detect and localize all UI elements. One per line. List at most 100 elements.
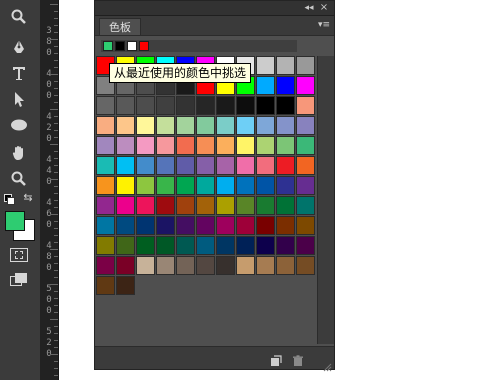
color-swatch[interactable] (156, 236, 175, 255)
color-swatch[interactable] (276, 216, 295, 235)
foreground-color-swatch[interactable] (5, 211, 25, 231)
recent-color-swatch[interactable] (115, 41, 125, 51)
color-swatch[interactable] (116, 236, 135, 255)
color-swatch[interactable] (276, 56, 295, 75)
color-swatch[interactable] (256, 96, 275, 115)
recent-color-swatch[interactable] (127, 41, 137, 51)
color-swatch[interactable] (276, 196, 295, 215)
color-swatch[interactable] (256, 176, 275, 195)
ellipse-tool-icon[interactable] (8, 114, 30, 136)
color-swatch[interactable] (256, 256, 275, 275)
color-swatch[interactable] (196, 236, 215, 255)
color-swatch[interactable] (196, 96, 215, 115)
color-swatch[interactable] (176, 156, 195, 175)
color-swatch[interactable] (296, 96, 315, 115)
color-swatch[interactable] (216, 96, 235, 115)
color-swatch[interactable] (196, 196, 215, 215)
color-swatch[interactable] (276, 156, 295, 175)
color-swatch[interactable] (96, 96, 115, 115)
zoom-tool-icon[interactable] (8, 6, 30, 28)
color-swatch[interactable] (176, 116, 195, 135)
color-swatch[interactable] (156, 136, 175, 155)
color-swatch[interactable] (256, 236, 275, 255)
color-swatch[interactable] (196, 256, 215, 275)
color-swatch[interactable] (136, 256, 155, 275)
color-swatch[interactable] (256, 56, 275, 75)
color-swatch[interactable] (296, 156, 315, 175)
color-swatch[interactable] (256, 136, 275, 155)
default-colors-icon[interactable] (4, 194, 15, 205)
color-swatch[interactable] (156, 196, 175, 215)
color-swatch[interactable] (96, 136, 115, 155)
color-swatch[interactable] (296, 196, 315, 215)
color-swatch[interactable] (216, 216, 235, 235)
color-swatch[interactable] (116, 216, 135, 235)
color-swatch[interactable] (236, 156, 255, 175)
color-swatch[interactable] (96, 216, 115, 235)
color-swatch[interactable] (216, 196, 235, 215)
color-swatch[interactable] (236, 216, 255, 235)
color-swatch[interactable] (156, 216, 175, 235)
color-swatch[interactable] (196, 176, 215, 195)
color-swatch[interactable] (136, 176, 155, 195)
color-swatch[interactable] (156, 176, 175, 195)
color-swatch[interactable] (116, 276, 135, 295)
screen-mode-icon[interactable] (10, 273, 28, 287)
color-swatch[interactable] (96, 156, 115, 175)
color-swatch[interactable] (256, 216, 275, 235)
trash-icon[interactable] (292, 352, 304, 366)
color-swatch[interactable] (96, 176, 115, 195)
color-swatch[interactable] (276, 176, 295, 195)
color-swatch[interactable] (96, 236, 115, 255)
color-swatch[interactable] (96, 196, 115, 215)
tab-swatches[interactable]: 色板 (99, 18, 141, 35)
color-swatch[interactable] (136, 216, 155, 235)
color-swatch[interactable] (116, 156, 135, 175)
color-swatch[interactable] (176, 176, 195, 195)
color-swatch[interactable] (136, 236, 155, 255)
color-swatch[interactable] (96, 256, 115, 275)
color-swatch[interactable] (296, 76, 315, 95)
collapse-panel-button[interactable]: ◂◂ (302, 2, 316, 14)
hand-tool-icon[interactable] (8, 142, 30, 164)
color-swatch[interactable] (96, 116, 115, 135)
color-swatch[interactable] (136, 116, 155, 135)
color-swatch[interactable] (196, 136, 215, 155)
color-swatch[interactable] (116, 256, 135, 275)
color-swatch[interactable] (276, 116, 295, 135)
color-swatch[interactable] (216, 236, 235, 255)
color-swatch[interactable] (176, 236, 195, 255)
new-swatch-icon[interactable] (270, 352, 282, 366)
color-swatch[interactable] (156, 256, 175, 275)
color-swatch[interactable] (136, 136, 155, 155)
color-swatch[interactable] (216, 116, 235, 135)
color-swatch[interactable] (196, 156, 215, 175)
color-swatch[interactable] (216, 136, 235, 155)
color-swatch[interactable] (116, 176, 135, 195)
color-swatch[interactable] (116, 96, 135, 115)
color-swatch[interactable] (176, 256, 195, 275)
color-swatch[interactable] (216, 256, 235, 275)
color-swatch[interactable] (276, 256, 295, 275)
recent-color-swatch[interactable] (139, 41, 149, 51)
color-swatch[interactable] (256, 196, 275, 215)
color-swatch[interactable] (156, 116, 175, 135)
color-swatch[interactable] (296, 116, 315, 135)
type-tool-icon[interactable] (8, 62, 30, 84)
color-swatch[interactable] (176, 216, 195, 235)
color-swatch[interactable] (176, 136, 195, 155)
color-swatch[interactable] (116, 196, 135, 215)
color-swatch[interactable] (276, 76, 295, 95)
color-swatch[interactable] (256, 156, 275, 175)
color-swatch[interactable] (236, 236, 255, 255)
color-swatch[interactable] (296, 256, 315, 275)
color-swatch[interactable] (296, 56, 315, 75)
color-swatch[interactable] (216, 176, 235, 195)
close-panel-button[interactable]: × (318, 2, 330, 14)
color-swatch[interactable] (156, 96, 175, 115)
vertical-scrollbar[interactable] (317, 56, 334, 344)
color-swatch[interactable] (176, 196, 195, 215)
color-swatch[interactable] (296, 176, 315, 195)
color-swatch[interactable] (276, 236, 295, 255)
color-swatch[interactable] (236, 136, 255, 155)
